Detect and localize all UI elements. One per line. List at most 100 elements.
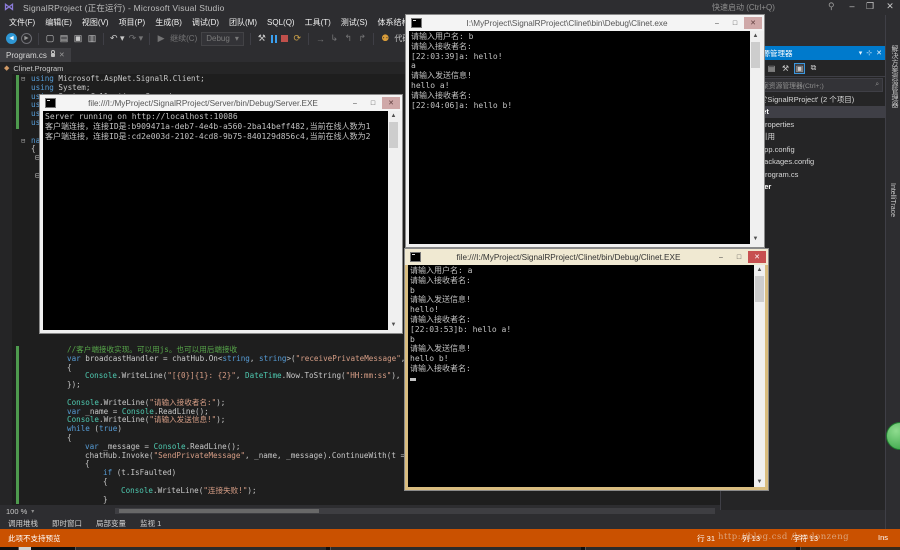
menu-item[interactable]: 团队(M) [224, 16, 262, 29]
properties-icon[interactable]: ⚒ [781, 64, 790, 73]
redo-icon[interactable]: ↷ ▾ [129, 33, 144, 44]
console-close-icon[interactable]: ✕ [744, 17, 762, 29]
client-b-console-window[interactable]: I:\MyProject\SignalRProject\Clinet\bin\D… [406, 15, 764, 247]
code-token: "receivePrivateMessage" [296, 354, 401, 363]
menu-item[interactable]: 视图(V) [77, 16, 114, 29]
menu-item[interactable]: 文件(F) [4, 16, 40, 29]
scroll-down-icon[interactable]: ▼ [754, 477, 765, 487]
menu-item[interactable]: SQL(Q) [262, 17, 300, 28]
save-icon[interactable]: ▣ [73, 33, 83, 44]
scroll-up-icon[interactable]: ▲ [388, 111, 399, 121]
navigate-forward-icon[interactable]: ► [21, 33, 32, 44]
search-icon[interactable]: ⌕ [875, 81, 879, 89]
scrollbar-thumb[interactable] [755, 276, 764, 302]
code-token: ); [216, 398, 225, 407]
console-maximize-icon[interactable]: □ [364, 97, 382, 109]
console-minimize-icon[interactable]: – [708, 17, 726, 29]
console-titlebar[interactable]: file:///I:/MyProject/SignalRProject/Clin… [405, 249, 768, 265]
console-line: 请输入发送信息! [410, 344, 752, 354]
horizontal-scrollbar[interactable] [115, 508, 715, 514]
show-all-files-icon[interactable]: ▣ [795, 64, 804, 73]
tool-window-tab[interactable]: 即时窗口 [52, 518, 82, 529]
menu-item[interactable]: 项目(P) [114, 16, 151, 29]
console-close-icon[interactable]: ✕ [748, 251, 766, 263]
panel-close-icon[interactable]: ✕ [876, 49, 882, 57]
menu-item[interactable]: 生成(B) [150, 16, 187, 29]
menu-item[interactable]: 调试(D) [187, 16, 224, 29]
stop-debugging-icon[interactable] [281, 35, 288, 42]
minimize-button[interactable]: – [844, 1, 860, 11]
fold-toggle-icon[interactable]: ⊟ [21, 137, 25, 146]
menu-item[interactable]: 测试(S) [336, 16, 373, 29]
scrollbar-thumb[interactable] [119, 509, 319, 513]
debug-config-combo[interactable]: Debug▾ [201, 32, 244, 46]
toolbar-separator [308, 33, 309, 45]
continue-icon[interactable]: ▶ [156, 33, 166, 44]
tree-item-label: Properties [760, 120, 794, 129]
vertical-tool-tab[interactable]: IntelliTrace [889, 183, 896, 217]
console-minimize-icon[interactable]: – [346, 97, 364, 109]
console-scrollbar[interactable]: ▲ ▼ [388, 111, 399, 330]
save-all-icon[interactable]: ▥ [87, 33, 97, 44]
codemap-icon[interactable]: ⚉ [380, 33, 390, 44]
show-next-statement-icon[interactable]: → [315, 34, 325, 44]
maximize-button[interactable]: ❐ [862, 1, 878, 12]
fold-toggle-icon[interactable]: ⊟ [21, 75, 25, 84]
code-token: ) [117, 424, 122, 433]
console-close-icon[interactable]: ✕ [382, 97, 400, 109]
feedback-icon[interactable]: ⚲ [828, 1, 835, 12]
code-token: { [85, 459, 90, 468]
console-scrollbar[interactable]: ▲ ▼ [750, 31, 761, 244]
breadcrumb-path[interactable]: Clinet.Program [13, 64, 63, 73]
code-token: "请输入发送信息!" [149, 415, 216, 424]
restart-icon[interactable]: ⟳ [292, 33, 302, 44]
zoom-level[interactable]: 100 % [6, 507, 27, 516]
tool-window-tab[interactable]: 监视 1 [140, 518, 161, 529]
tab-program-cs[interactable]: Program.cs ✕ [0, 48, 71, 62]
continue-label[interactable]: 继续(C) [170, 33, 197, 44]
scroll-up-icon[interactable]: ▲ [754, 265, 765, 275]
step-over-icon[interactable]: ↰ [343, 33, 353, 44]
window-position-icon[interactable]: ▾ [859, 49, 863, 57]
console-scrollbar[interactable]: ▲ ▼ [754, 265, 765, 487]
tool-window-tab[interactable]: 调用堆栈 [8, 518, 38, 529]
scroll-down-icon[interactable]: ▼ [388, 320, 399, 330]
pause-all-icon[interactable] [271, 35, 278, 43]
console-line: Server running on http://localhost:10086 [45, 112, 386, 122]
menu-item[interactable]: 工具(T) [300, 16, 336, 29]
console-maximize-icon[interactable]: □ [726, 17, 744, 29]
zoom-dropdown-icon[interactable]: ▾ [31, 508, 34, 515]
client-a-console-window[interactable]: file:///I:/MyProject/SignalRProject/Clin… [405, 249, 768, 490]
close-button[interactable]: ✕ [882, 1, 898, 12]
collapse-all-icon[interactable]: ▤ [767, 64, 776, 73]
navigate-back-icon[interactable]: ◄ [6, 33, 17, 44]
new-window-icon[interactable]: ▢ [45, 33, 55, 44]
code-token: using [31, 74, 54, 83]
console-titlebar[interactable]: file:///I:/MyProject/SignalRProject/Serv… [40, 95, 402, 111]
step-into-icon[interactable]: ↳ [329, 33, 339, 44]
menu-item[interactable]: 编辑(E) [40, 16, 77, 29]
console-minimize-icon[interactable]: – [712, 251, 730, 263]
scrollbar-thumb[interactable] [751, 42, 760, 68]
sync-with-active-icon[interactable]: ⧉ [809, 63, 818, 73]
undo-icon[interactable]: ↶ ▾ [110, 33, 125, 44]
open-file-icon[interactable]: ▤ [59, 33, 69, 44]
console-maximize-icon[interactable]: □ [730, 251, 748, 263]
attach-process-icon[interactable]: ⚒ [257, 33, 267, 44]
quick-launch-box[interactable]: 快速启动 (Ctrl+Q) [712, 2, 775, 13]
console-titlebar[interactable]: I:\MyProject\SignalRProject\Clinet\bin\D… [406, 15, 764, 31]
code-token: if [103, 468, 112, 477]
scrollbar-thumb[interactable] [389, 122, 398, 148]
scroll-down-icon[interactable]: ▼ [750, 234, 761, 244]
code-token: true [99, 424, 117, 433]
vertical-tool-tab[interactable]: 解决方案资源管理器 [889, 45, 899, 108]
code-token: "SendPrivateMessage" [154, 451, 245, 460]
tree-item-label: Program.cs [760, 170, 798, 179]
tool-window-tab[interactable]: 局部变量 [96, 518, 126, 529]
console-app-icon [410, 252, 421, 262]
step-out-icon[interactable]: ↱ [357, 33, 367, 44]
server-console-window[interactable]: file:///I:/MyProject/SignalRProject/Serv… [40, 95, 402, 333]
pin-icon[interactable]: ⊹ [866, 49, 872, 57]
scroll-up-icon[interactable]: ▲ [750, 31, 761, 41]
tab-close-icon[interactable]: ✕ [59, 51, 65, 59]
